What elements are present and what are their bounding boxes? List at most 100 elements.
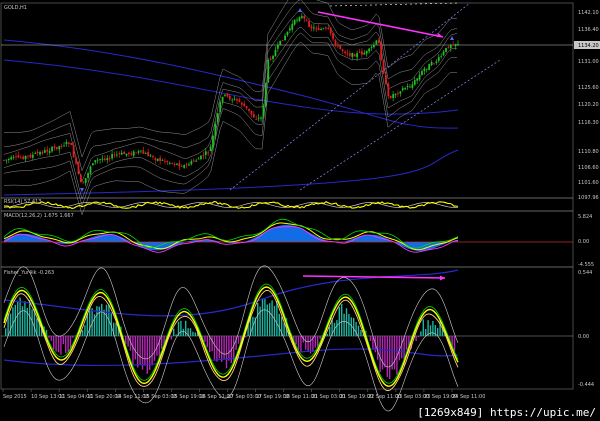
candle-body [401,88,404,91]
candle-body [281,40,284,42]
candle-body [317,28,320,30]
candle-body [255,118,258,120]
candle-body [10,157,13,160]
candle-body [128,152,130,154]
candle-body [387,84,390,97]
fisher-bar-negative [369,336,372,342]
candle-body [17,155,20,158]
candle-body [394,93,397,96]
fisher-bar-negative [137,336,139,368]
candle-body [58,146,61,150]
candle-body [399,91,402,94]
candle-body [106,158,109,160]
candle-body [19,157,22,159]
fisher-bar-positive [182,328,184,336]
candle-body [195,160,198,162]
candle-body [346,53,349,55]
candle-body [303,15,306,19]
candle-body [190,161,193,165]
candle-body [252,114,255,118]
candle-body [60,145,63,147]
trading-chart[interactable]: 1142.10 1136.40 1134.20 1131.00 1125.60 … [0,0,600,421]
candle-body [404,88,407,90]
candle-body [113,154,116,156]
candle-body [245,105,248,109]
candle-body [423,68,426,71]
candle-body [224,94,226,96]
candle-body [31,154,34,158]
fisher-bar-positive [105,304,108,336]
candle-body [236,99,238,101]
fisher-bar-negative [245,336,247,338]
fisher-label: Fisher_Yur4ik -0.263 [4,270,54,276]
fisher-bar-negative [211,336,213,352]
candle-body [274,49,277,57]
candle-body [377,40,380,44]
fisher-bar-positive [89,307,91,336]
fisher-bar-negative [377,336,379,360]
fisher-bar-negative [300,336,302,353]
time-label: Sep 2015 [3,394,27,400]
fisher-axis-tick: 0.00 [578,334,589,340]
candle-body [269,58,272,60]
candle-body [336,45,339,47]
candle-body [7,158,10,160]
candle-body [108,158,111,160]
fisher-bar-positive [353,317,355,336]
candle-body [89,166,92,174]
fisher-bar-positive [81,330,84,336]
fisher-bar-positive [269,303,271,336]
fisher-bar-positive [432,320,434,336]
fisher-bar-positive [19,297,21,336]
fisher-bar-negative [295,336,297,345]
candle-body [87,173,89,178]
candle-body [212,135,214,147]
candle-body [111,154,113,159]
candle-body [349,53,351,56]
fisher-bar-negative [170,336,172,340]
price-tick: 1101.60 [578,180,599,186]
price-tick: 1116.30 [578,120,599,126]
fisher-bar-positive [261,298,264,336]
fisher-bar-negative [314,336,316,348]
candle-body [221,97,224,103]
price-tick: 1106.60 [578,165,599,171]
candle-body [356,53,359,58]
candle-body [185,163,188,165]
fisher-bar-positive [185,320,187,336]
fisher-bar-positive [271,300,273,336]
candle-body [351,52,354,57]
candle-body [305,19,308,21]
fisher-bar-positive [338,306,340,336]
candle-body [156,158,159,161]
fisher-bar-negative [62,336,64,345]
candle-body [452,44,455,46]
candle-body [79,174,82,183]
fisher-bar-negative [305,336,307,350]
candle-body [272,55,274,59]
candle-body [233,98,236,100]
candle-body [298,17,301,22]
candle-body [406,86,409,88]
candle-body [183,165,186,168]
fisher-bar-negative [213,336,216,360]
candle-body [418,74,421,80]
candle-body [288,28,291,31]
candle-body [149,155,152,157]
candle-body [115,154,118,156]
candle-body [250,110,253,115]
candle-body [433,63,435,65]
candle-body [154,158,157,160]
candle-body [421,70,423,76]
candle-body [5,159,8,161]
candle-body [370,47,373,48]
fisher-bar-negative [206,336,208,348]
fisher-bar-positive [341,304,343,336]
candle-body [161,160,164,161]
candle-body [442,51,445,56]
price-tick: 1120.20 [578,102,599,108]
candle-body [46,149,49,152]
time-label: 24 Sep 11:00 [452,394,485,400]
price-tick: 1131.00 [578,59,599,65]
candle-body [363,52,366,55]
